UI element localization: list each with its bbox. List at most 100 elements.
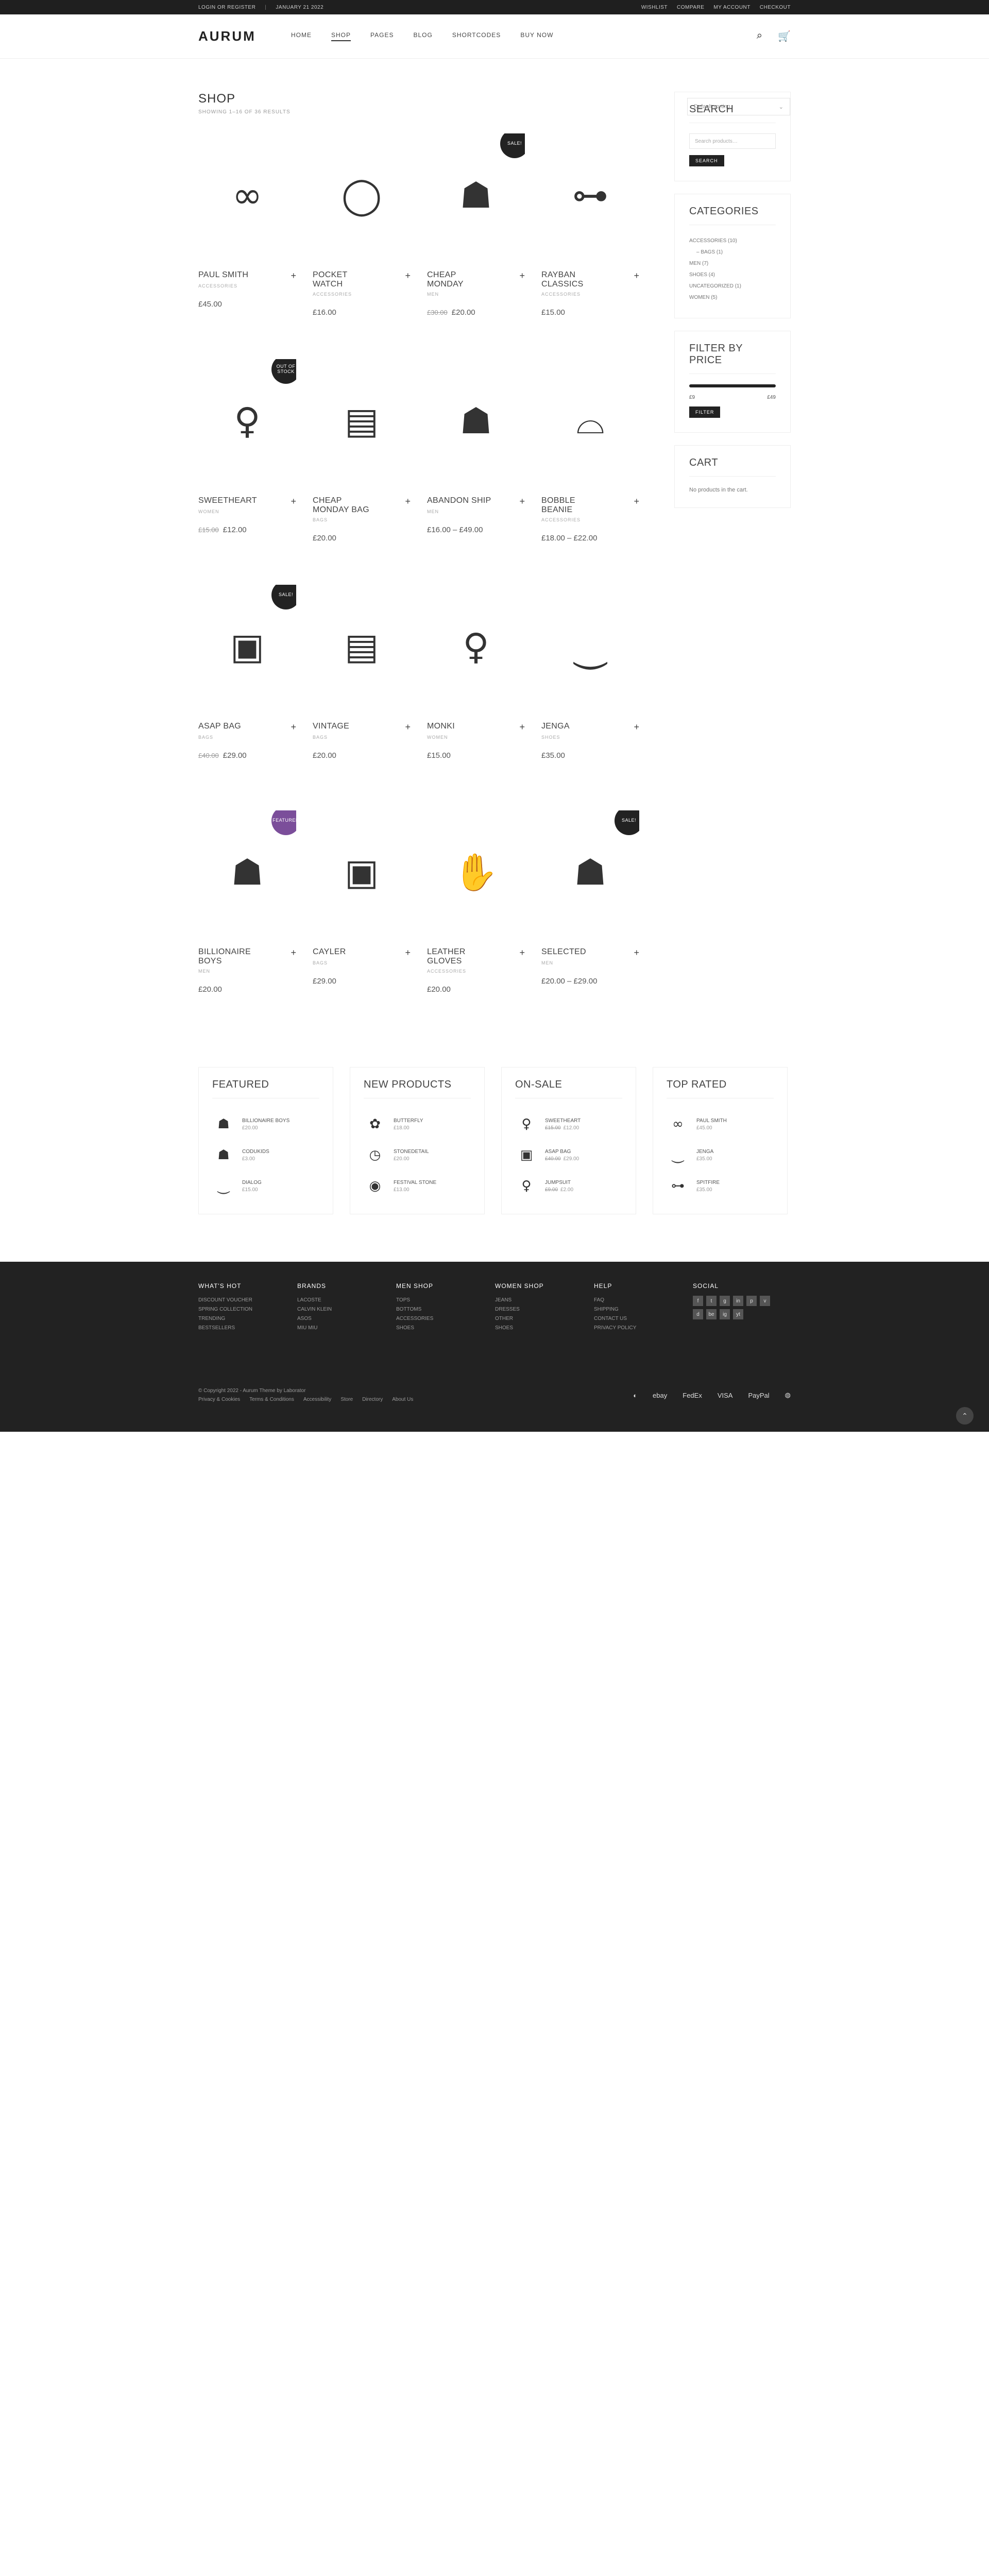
add-to-cart-icon[interactable]: +: [519, 947, 525, 967]
nav-home[interactable]: HOME: [291, 31, 312, 41]
mini-product[interactable]: ◉ FESTIVAL STONE £13.00: [364, 1171, 471, 1201]
mini-product-image[interactable]: ⏝: [212, 1172, 235, 1200]
add-to-cart-icon[interactable]: +: [519, 270, 525, 290]
add-to-cart-icon[interactable]: +: [291, 722, 296, 733]
product-category[interactable]: BAGS: [313, 960, 411, 965]
product-card[interactable]: ♀ MONKI + WOMEN £15.00: [427, 585, 525, 810]
add-to-cart-icon[interactable]: +: [634, 496, 639, 515]
footer-link[interactable]: ASOS: [297, 1314, 396, 1324]
add-to-cart-icon[interactable]: +: [405, 722, 411, 733]
mini-product-image[interactable]: ◉: [364, 1172, 386, 1200]
product-card[interactable]: ▤ VINTAGE + BAGS £20.00: [313, 585, 411, 810]
product-category[interactable]: MEN: [427, 292, 525, 297]
product-image[interactable]: ▣: [313, 810, 411, 934]
add-to-cart-icon[interactable]: +: [519, 722, 525, 733]
product-image[interactable]: ♀ OUT OF STOCK: [198, 359, 296, 483]
product-card[interactable]: ∞ PAUL SMITH + ACCESSORIES £45.00: [198, 133, 296, 359]
product-image[interactable]: ✋: [427, 810, 525, 934]
footer-link[interactable]: DISCOUNT VOUCHER: [198, 1296, 297, 1305]
social-icon[interactable]: t: [706, 1296, 717, 1306]
product-image[interactable]: ⌓: [541, 359, 639, 483]
product-category[interactable]: ACCESSORIES: [541, 292, 639, 297]
product-image[interactable]: ⏝: [541, 585, 639, 708]
footer-link[interactable]: SPRING COLLECTION: [198, 1305, 297, 1314]
social-icon[interactable]: f: [693, 1296, 703, 1306]
mini-product-image[interactable]: ☗: [212, 1110, 235, 1139]
mini-product-image[interactable]: ♀: [515, 1172, 538, 1200]
logo[interactable]: AURUM: [198, 28, 291, 44]
product-card[interactable]: ☗ ABANDON SHIP + MEN £16.00 – £49.00: [427, 359, 525, 585]
product-image[interactable]: ▤: [313, 585, 411, 708]
footer-link[interactable]: BOTTOMS: [396, 1305, 495, 1314]
footer-link[interactable]: TOPS: [396, 1296, 495, 1305]
product-category[interactable]: ACCESSORIES: [541, 517, 639, 522]
category-link[interactable]: UNCATEGORIZED (1): [689, 281, 776, 292]
mini-product-image[interactable]: ⊶: [667, 1172, 689, 1200]
footer-link[interactable]: PRIVACY POLICY: [594, 1324, 693, 1333]
product-image[interactable]: ☗: [427, 359, 525, 483]
footer-link[interactable]: TRENDING: [198, 1314, 297, 1324]
social-icon[interactable]: g: [720, 1296, 730, 1306]
search-button[interactable]: SEARCH: [689, 155, 724, 166]
mini-product-name[interactable]: ASAP BAG: [545, 1149, 579, 1155]
social-icon[interactable]: ig: [720, 1309, 730, 1319]
add-to-cart-icon[interactable]: +: [634, 947, 639, 958]
add-to-cart-icon[interactable]: +: [291, 270, 296, 281]
my-account-link[interactable]: MY ACCOUNT: [713, 5, 751, 10]
product-name[interactable]: RAYBAN CLASSICS: [541, 270, 608, 290]
footer-bottom-link[interactable]: About Us: [392, 1397, 413, 1402]
mini-product[interactable]: ♀ JUMPSUIT £9.00 £2.00: [515, 1171, 622, 1201]
product-image[interactable]: ♀: [427, 585, 525, 708]
product-category[interactable]: MEN: [541, 960, 639, 965]
product-category[interactable]: MEN: [198, 969, 296, 974]
compare-link[interactable]: COMPARE: [677, 5, 704, 10]
social-icon[interactable]: yt: [733, 1309, 743, 1319]
mini-product-name[interactable]: SWEETHEART: [545, 1118, 581, 1124]
social-icon[interactable]: v: [760, 1296, 770, 1306]
product-card[interactable]: ☗ SALE! SELECTED + MEN £20.00 – £29.00: [541, 810, 639, 1036]
category-link[interactable]: MEN (7): [689, 258, 776, 269]
mini-product-name[interactable]: CODUKIDS: [242, 1149, 269, 1155]
product-card[interactable]: ⏝ JENGA + SHOES £35.00: [541, 585, 639, 810]
product-image[interactable]: ☗ SALE!: [427, 133, 525, 257]
product-category[interactable]: ACCESSORIES: [313, 292, 411, 297]
mini-product-image[interactable]: ▣: [515, 1141, 538, 1170]
product-image[interactable]: ☗ SALE!: [541, 810, 639, 934]
product-name[interactable]: SWEETHEART: [198, 496, 257, 507]
product-card[interactable]: ⊶ RAYBAN CLASSICS + ACCESSORIES £15.00: [541, 133, 639, 359]
product-card[interactable]: ◯ POCKET WATCH + ACCESSORIES £16.00: [313, 133, 411, 359]
footer-link[interactable]: LACOSTE: [297, 1296, 396, 1305]
mini-product[interactable]: ☗ BILLIONAIRE BOYS £20.00: [212, 1109, 319, 1140]
add-to-cart-icon[interactable]: +: [405, 947, 411, 958]
product-category[interactable]: ACCESSORIES: [198, 283, 296, 289]
product-category[interactable]: BAGS: [198, 735, 296, 740]
social-icon[interactable]: in: [733, 1296, 743, 1306]
mini-product-image[interactable]: ⏝: [667, 1141, 689, 1170]
footer-link[interactable]: FAQ: [594, 1296, 693, 1305]
product-category[interactable]: SHOES: [541, 735, 639, 740]
add-to-cart-icon[interactable]: +: [634, 722, 639, 733]
add-to-cart-icon[interactable]: +: [519, 496, 525, 507]
footer-link[interactable]: JEANS: [495, 1296, 594, 1305]
product-name[interactable]: ASAP BAG: [198, 722, 241, 733]
footer-link[interactable]: OTHER: [495, 1314, 594, 1324]
product-category[interactable]: BAGS: [313, 517, 411, 522]
search-input[interactable]: Search products…: [689, 133, 776, 149]
mini-product[interactable]: ⏝ DIALOG £15.00: [212, 1171, 319, 1201]
product-name[interactable]: LEATHER GLOVES: [427, 947, 494, 967]
nav-pages[interactable]: PAGES: [370, 31, 394, 41]
login-link[interactable]: LOGIN or REGISTER: [198, 5, 255, 10]
product-name[interactable]: BILLIONAIRE BOYS: [198, 947, 265, 967]
product-category[interactable]: MEN: [427, 509, 525, 514]
product-name[interactable]: CHEAP MONDAY: [427, 270, 494, 290]
product-name[interactable]: JENGA: [541, 722, 570, 733]
product-name[interactable]: MONKI: [427, 722, 455, 733]
footer-link[interactable]: BESTSELLERS: [198, 1324, 297, 1333]
add-to-cart-icon[interactable]: +: [405, 270, 411, 290]
product-name[interactable]: CHEAP MONDAY BAG: [313, 496, 380, 515]
product-card[interactable]: ⌓ BOBBLE BEANIE + ACCESSORIES £18.00 – £2…: [541, 359, 639, 585]
add-to-cart-icon[interactable]: +: [291, 496, 296, 507]
mini-product-image[interactable]: ♀: [515, 1110, 538, 1139]
product-name[interactable]: CAYLER: [313, 947, 346, 958]
category-link[interactable]: – BAGS (1): [689, 247, 776, 258]
